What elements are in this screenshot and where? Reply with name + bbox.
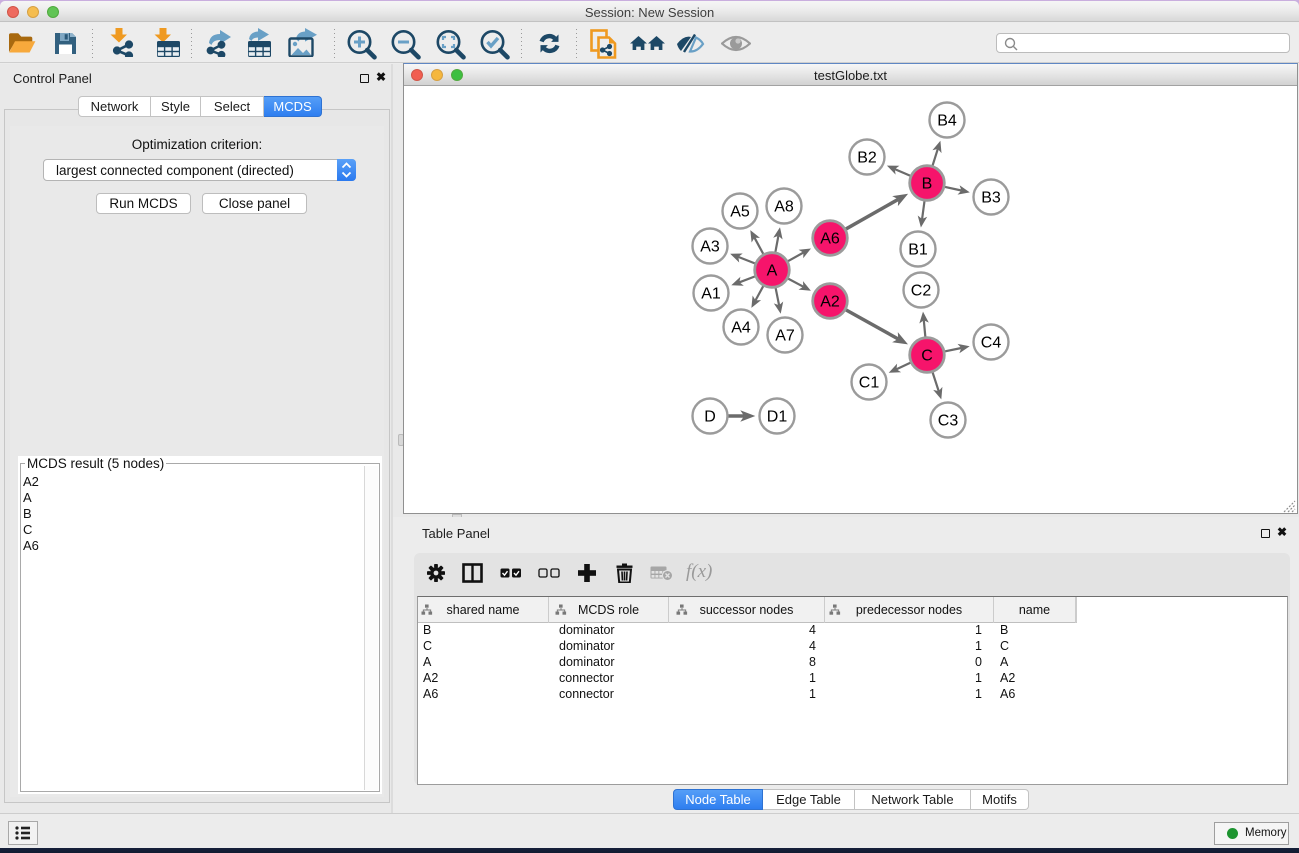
svg-text:A1: A1 <box>701 286 721 303</box>
svg-text:A2: A2 <box>820 294 840 311</box>
svg-text:B2: B2 <box>857 150 877 167</box>
svg-text:C2: C2 <box>911 283 932 300</box>
svg-text:C1: C1 <box>859 375 880 392</box>
svg-text:A3: A3 <box>700 239 720 256</box>
svg-text:A6: A6 <box>820 231 840 248</box>
svg-text:C4: C4 <box>981 335 1002 352</box>
svg-text:C: C <box>921 348 933 365</box>
svg-text:B: B <box>922 176 933 193</box>
svg-text:D1: D1 <box>767 409 788 426</box>
svg-text:A8: A8 <box>774 199 794 216</box>
svg-text:B4: B4 <box>937 113 957 130</box>
svg-text:A5: A5 <box>730 204 750 221</box>
svg-text:C3: C3 <box>938 413 959 430</box>
svg-text:A: A <box>767 263 778 280</box>
svg-text:D: D <box>704 409 716 426</box>
svg-text:B1: B1 <box>908 242 928 259</box>
svg-text:B3: B3 <box>981 190 1001 207</box>
svg-text:A4: A4 <box>731 320 751 337</box>
svg-text:A7: A7 <box>775 328 795 345</box>
